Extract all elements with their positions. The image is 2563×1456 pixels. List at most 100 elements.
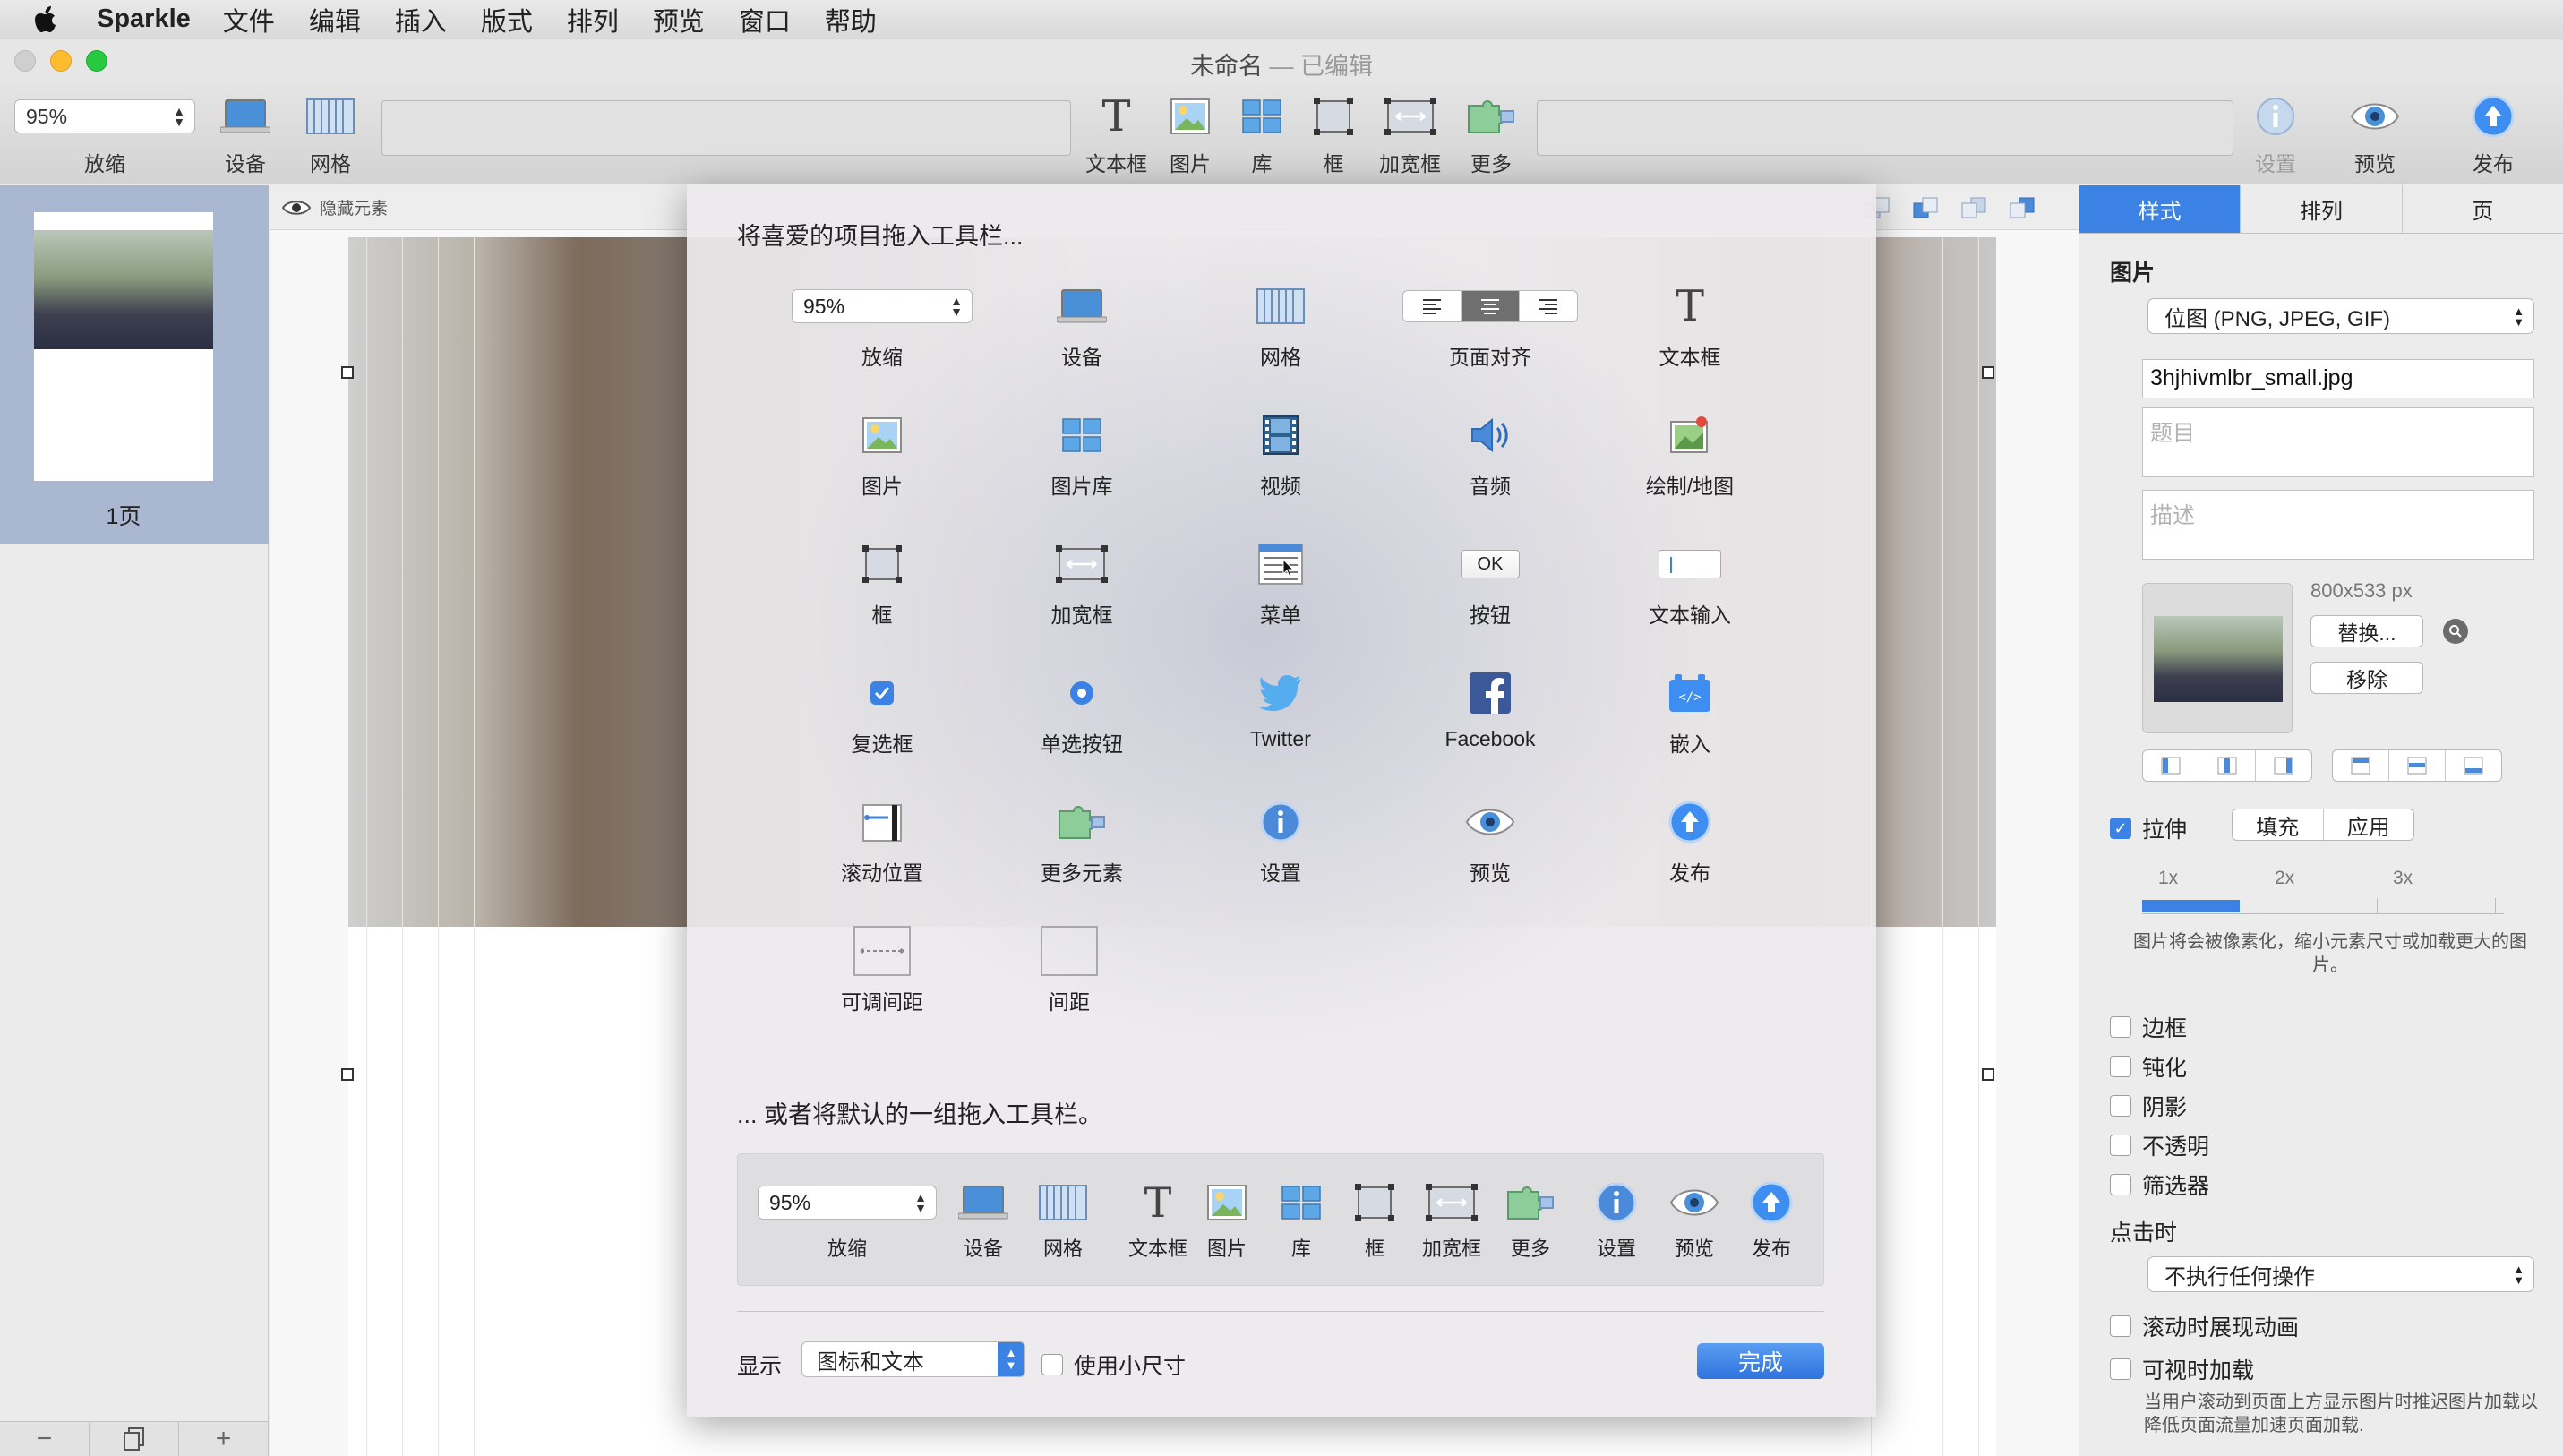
item-embed[interactable]: </> 嵌入 bbox=[1609, 668, 1770, 758]
small-size-checkbox[interactable]: 使用小尺寸 bbox=[1041, 1349, 1186, 1381]
toolbar-wide-frame[interactable]: 加宽框 bbox=[1379, 93, 1441, 177]
align-right-icon[interactable] bbox=[2256, 750, 2311, 781]
menu-help[interactable]: 帮助 bbox=[825, 1, 877, 39]
tab-arrange[interactable]: 排列 bbox=[2241, 185, 2403, 233]
item-audio[interactable]: 音频 bbox=[1410, 410, 1571, 500]
item-page-align[interactable]: 页面对齐 bbox=[1401, 281, 1580, 371]
item-scroll-position[interactable]: 滚动位置 bbox=[801, 797, 963, 886]
item-checkbox[interactable]: 复选框 bbox=[801, 668, 963, 758]
hide-elements-toggle[interactable]: 隐藏元素 bbox=[320, 195, 388, 219]
description-field[interactable]: 描述 bbox=[2142, 490, 2534, 560]
toolbar-grid[interactable]: 网格 bbox=[306, 93, 355, 177]
toolbar-publish[interactable]: 发布 bbox=[2472, 93, 2515, 177]
toolbar-image[interactable]: 图片 bbox=[1170, 93, 1211, 177]
align-top-icon[interactable] bbox=[2333, 750, 2389, 781]
tab-style[interactable]: 样式 bbox=[2079, 185, 2242, 233]
item-grid[interactable]: 网格 bbox=[1200, 281, 1361, 371]
menu-format[interactable]: 版式 bbox=[481, 1, 533, 39]
toolbar-settings[interactable]: 设置 bbox=[2255, 93, 2296, 177]
item-image[interactable]: 图片 bbox=[801, 410, 963, 500]
resize-handle[interactable] bbox=[341, 1068, 354, 1081]
toolbar-textbox[interactable]: T 文本框 bbox=[1085, 91, 1147, 177]
page-thumbnail[interactable] bbox=[34, 212, 213, 481]
item-flexible-space[interactable]: 可调间距 bbox=[801, 926, 963, 1015]
checkbox-box bbox=[2110, 1135, 2131, 1156]
item-frame[interactable]: 框 bbox=[801, 539, 963, 629]
opacity-checkbox[interactable]: 不透明 bbox=[2110, 1129, 2209, 1161]
show-mode-select[interactable]: 图标和文本 ▲ ▼ bbox=[801, 1341, 1025, 1377]
item-button[interactable]: OK 按钮 bbox=[1410, 539, 1571, 629]
item-publish[interactable]: 发布 bbox=[1609, 797, 1770, 886]
image-type-select[interactable]: 位图 (PNG, JPEG, GIF) ▲ ▼ bbox=[2147, 298, 2534, 334]
menu-file[interactable]: 文件 bbox=[223, 1, 275, 39]
blur-checkbox[interactable]: 钝化 bbox=[2110, 1050, 2187, 1083]
send-backward-icon[interactable] bbox=[1960, 196, 1987, 219]
fill-apply-control[interactable]: 填充 应用 bbox=[2232, 809, 2414, 841]
scale-slider[interactable] bbox=[2142, 898, 2504, 914]
title-field[interactable]: 题目 bbox=[2142, 407, 2534, 477]
item-wide-frame[interactable]: 加宽框 bbox=[1001, 539, 1162, 629]
menu-edit[interactable]: 编辑 bbox=[309, 1, 361, 39]
replace-button[interactable]: 替换... bbox=[2310, 615, 2423, 647]
item-video[interactable]: 视频 bbox=[1200, 410, 1361, 500]
menu-insert[interactable]: 插入 bbox=[395, 1, 447, 39]
item-more-elements[interactable]: 更多元素 bbox=[1001, 797, 1162, 886]
shadow-checkbox[interactable]: 阴影 bbox=[2110, 1090, 2187, 1122]
app-menu[interactable]: Sparkle bbox=[97, 4, 191, 34]
zoom-select[interactable]: 95% ▲ ▼ bbox=[14, 99, 195, 133]
toolbar-device[interactable]: 设备 bbox=[220, 93, 270, 177]
item-menu[interactable]: 菜单 bbox=[1200, 539, 1361, 629]
item-textbox[interactable]: T 文本框 bbox=[1609, 281, 1770, 371]
item-device[interactable]: 设备 bbox=[1001, 281, 1162, 371]
item-draw-map[interactable]: 绘制/地图 bbox=[1609, 410, 1770, 500]
remove-button[interactable]: 移除 bbox=[2310, 662, 2423, 694]
item-facebook[interactable]: Facebook bbox=[1410, 668, 1571, 751]
resize-handle[interactable] bbox=[1982, 366, 1994, 379]
remove-page-button[interactable]: − bbox=[0, 1422, 90, 1456]
item-space[interactable]: 间距 bbox=[989, 926, 1150, 1015]
horizontal-align-control[interactable] bbox=[2142, 749, 2312, 782]
menu-window[interactable]: 窗口 bbox=[739, 1, 791, 39]
fill-option[interactable]: 填充 bbox=[2233, 809, 2324, 840]
toolbar-more[interactable]: 更多 bbox=[1467, 93, 1515, 177]
toolbar-frame[interactable]: 框 bbox=[1313, 93, 1354, 177]
align-bottom-icon[interactable] bbox=[2446, 750, 2501, 781]
menu-arrange[interactable]: 排列 bbox=[567, 1, 619, 39]
align-left-icon[interactable] bbox=[2143, 750, 2199, 781]
default-toolbar-set[interactable]: 95% ▲ ▼ 放缩 设备 网格 T 文本框 图片 库 框 加宽框 更多 设置 … bbox=[737, 1153, 1824, 1286]
resize-handle[interactable] bbox=[1982, 1068, 1994, 1081]
item-radio[interactable]: 单选按钮 bbox=[1001, 668, 1162, 758]
add-page-button[interactable]: + bbox=[179, 1422, 269, 1456]
item-preview[interactable]: 预览 bbox=[1410, 797, 1571, 886]
lazy-load-checkbox[interactable]: 可视时加载 bbox=[2110, 1353, 2254, 1385]
toolbar-library[interactable]: 库 bbox=[1241, 93, 1282, 177]
item-zoom[interactable]: 95% ▲ ▼ 放缩 bbox=[792, 281, 973, 371]
toolbar-preview[interactable]: 预览 bbox=[2350, 93, 2400, 177]
apply-option[interactable]: 应用 bbox=[2324, 809, 2414, 840]
duplicate-page-icon[interactable] bbox=[90, 1422, 179, 1456]
stretch-checkbox[interactable]: ✓ 拉伸 bbox=[2110, 812, 2187, 844]
bring-front-icon[interactable] bbox=[1912, 196, 1939, 219]
item-settings[interactable]: 设置 bbox=[1200, 797, 1361, 886]
page-thumbnail-selected[interactable]: 1页 bbox=[0, 185, 269, 544]
item-gallery[interactable]: 图片库 bbox=[1001, 410, 1162, 500]
done-button[interactable]: 完成 bbox=[1697, 1343, 1824, 1379]
send-back-icon[interactable] bbox=[2009, 196, 2036, 219]
item-twitter[interactable]: Twitter bbox=[1200, 668, 1361, 751]
filename-field[interactable]: 3hjhivmlbr_small.jpg bbox=[2142, 359, 2534, 398]
align-center-icon[interactable] bbox=[2199, 750, 2256, 781]
magnifier-icon[interactable] bbox=[2443, 619, 2468, 644]
filter-checkbox[interactable]: 筛选器 bbox=[2110, 1169, 2209, 1201]
toolbar-zoom[interactable]: 95% ▲ ▼ 放缩 bbox=[14, 93, 195, 177]
item-text-input[interactable]: 文本输入 bbox=[1609, 539, 1770, 629]
align-middle-icon[interactable] bbox=[2389, 750, 2446, 781]
apple-icon[interactable] bbox=[34, 5, 70, 34]
menu-preview[interactable]: 预览 bbox=[653, 1, 705, 39]
scroll-animate-checkbox[interactable]: 滚动时展现动画 bbox=[2110, 1310, 2299, 1342]
on-click-select[interactable]: 不执行任何操作 ▲ ▼ bbox=[2147, 1256, 2534, 1292]
vertical-align-control[interactable] bbox=[2332, 749, 2502, 782]
resize-handle[interactable] bbox=[341, 366, 354, 379]
tab-page[interactable]: 页 bbox=[2402, 185, 2563, 233]
eye-icon[interactable] bbox=[282, 199, 311, 217]
border-checkbox[interactable]: 边框 bbox=[2110, 1011, 2187, 1043]
